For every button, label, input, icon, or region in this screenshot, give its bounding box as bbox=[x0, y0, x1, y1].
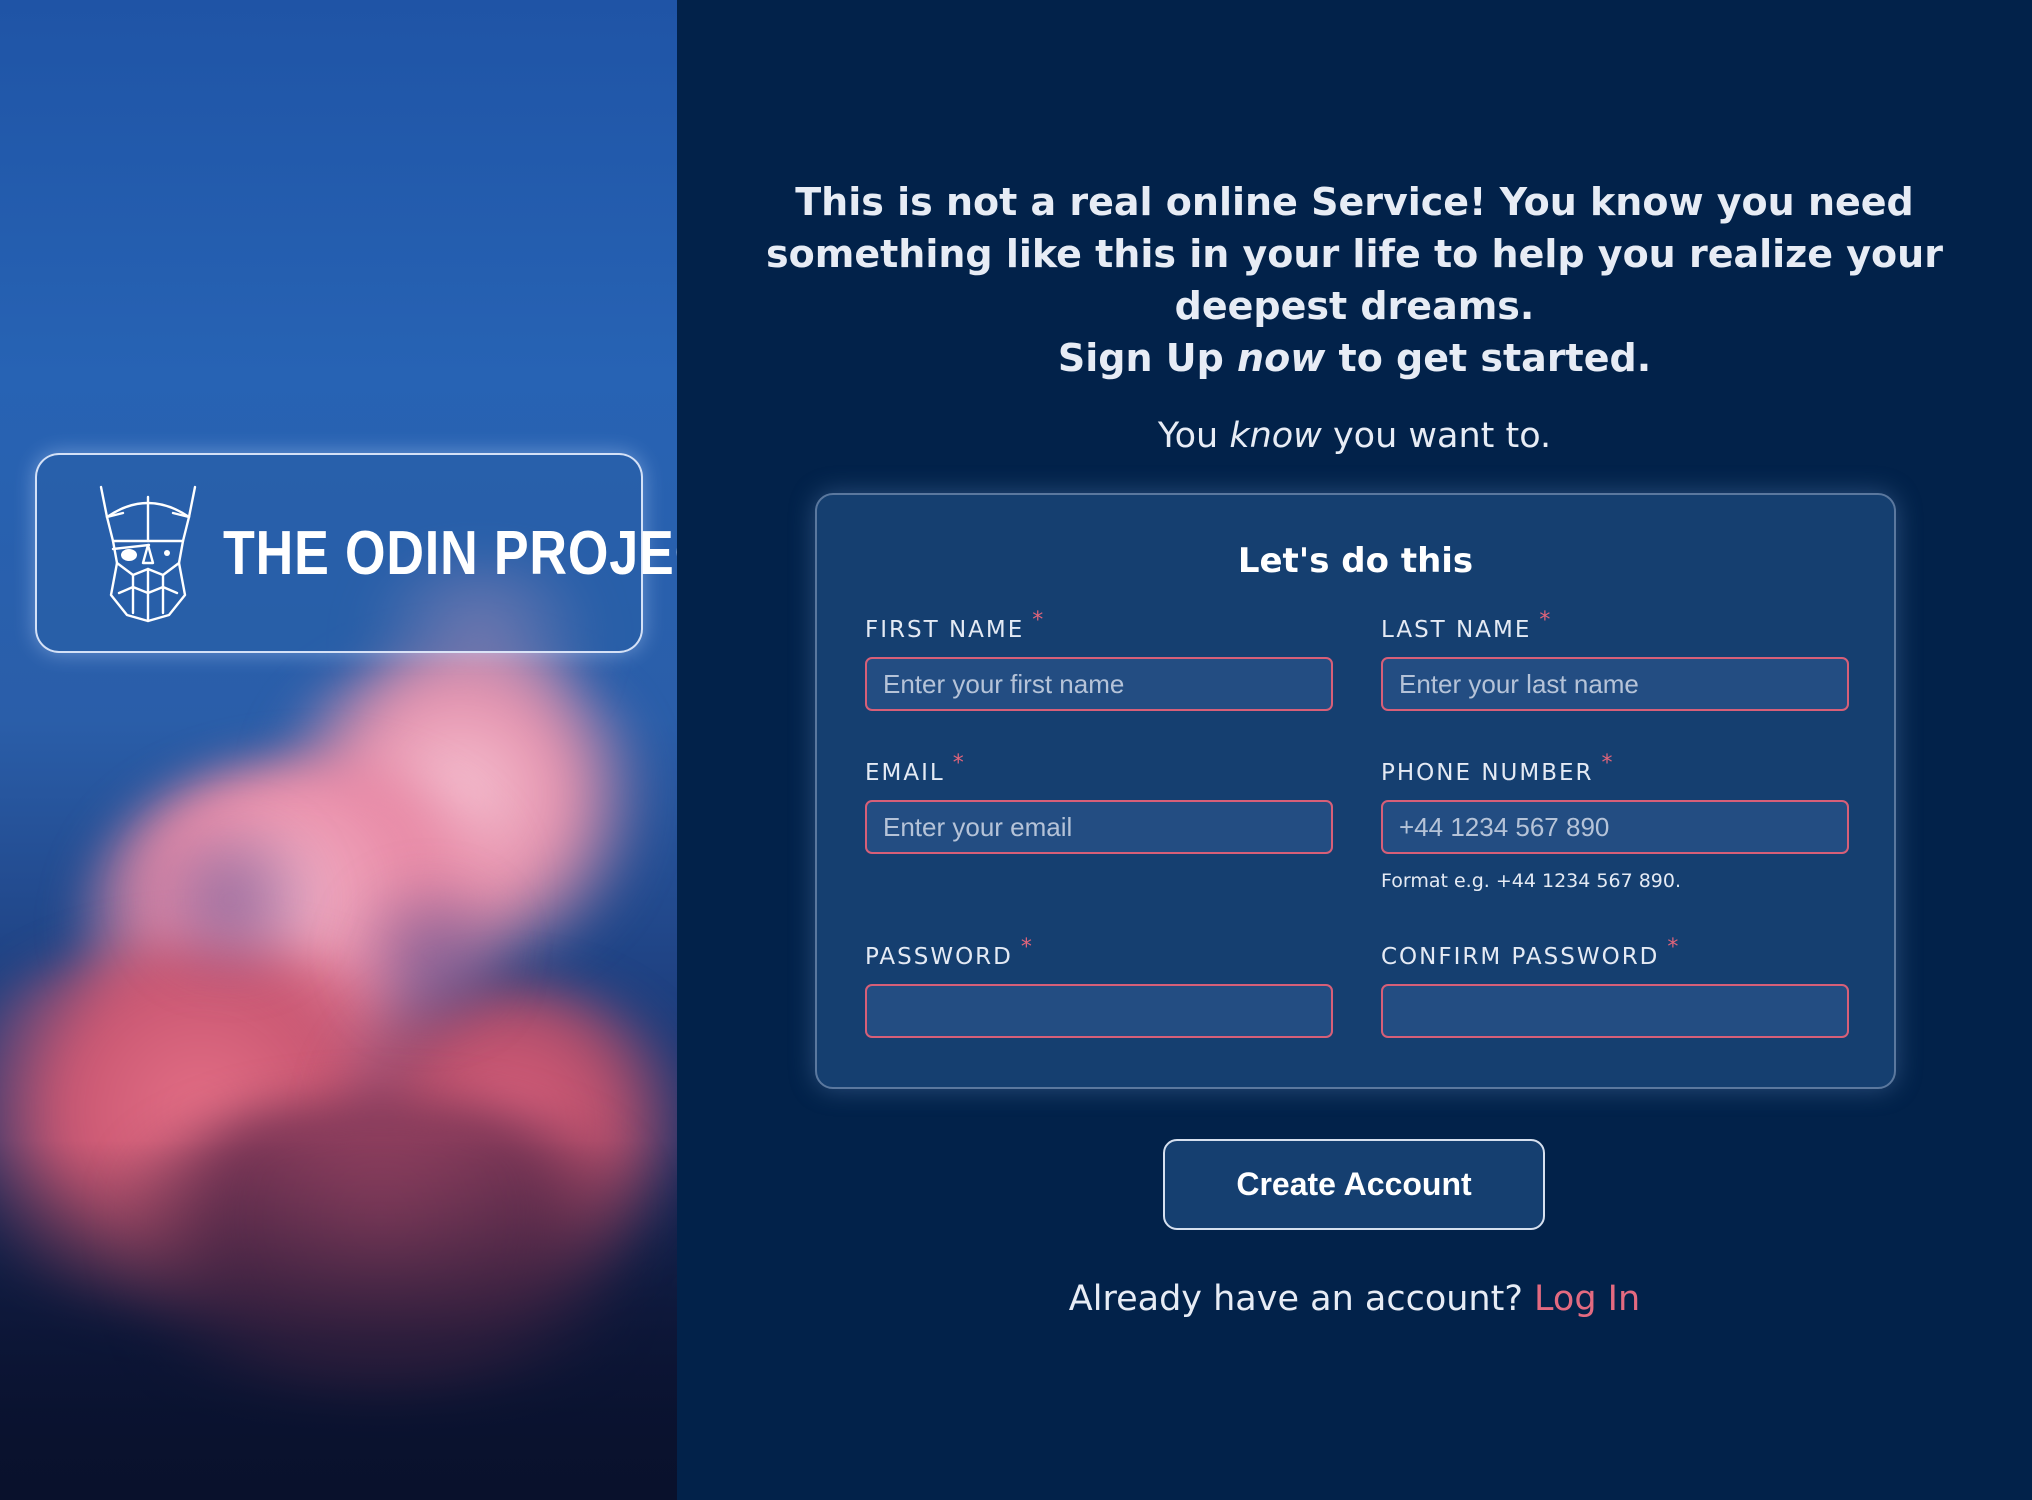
subline-prefix: You bbox=[1157, 416, 1230, 456]
signup-content: This is not a real online Service! You k… bbox=[677, 0, 2032, 1500]
intro-line: something like this in your life to help… bbox=[766, 232, 1943, 276]
password-group: PASSWORD * bbox=[865, 935, 1333, 1038]
first-name-group: FIRST NAME * bbox=[865, 608, 1333, 711]
first-name-label: FIRST NAME * bbox=[865, 608, 1046, 643]
phone-format-hint: Format e.g. +44 1234 567 890. bbox=[1381, 870, 1682, 892]
phone-input[interactable] bbox=[1381, 800, 1849, 854]
phone-label: PHONE NUMBER * bbox=[1381, 751, 1615, 786]
email-input[interactable] bbox=[865, 800, 1333, 854]
hero-shade bbox=[0, 1140, 677, 1500]
phone-group: PHONE NUMBER* Format e.g. +44 1234 567 8… bbox=[1381, 751, 1849, 892]
hero-panel: THE ODIN PROJECT bbox=[0, 0, 677, 1500]
signup-suffix: to get started. bbox=[1325, 336, 1652, 380]
subline-suffix: you want to. bbox=[1321, 416, 1552, 456]
last-name-input[interactable] bbox=[1381, 657, 1849, 711]
odin-viking-logo-icon bbox=[99, 485, 197, 623]
form-title: Let's do this bbox=[1237, 541, 1474, 581]
confirm-password-input[interactable] bbox=[1381, 984, 1849, 1038]
required-mark: * bbox=[1020, 935, 1034, 960]
cloud-shadow bbox=[120, 820, 340, 980]
confirm-password-group: CONFIRM PASSWORD * bbox=[1381, 935, 1849, 1038]
subline-emphasis: know bbox=[1229, 416, 1322, 456]
create-account-button[interactable]: Create Account bbox=[1163, 1139, 1545, 1230]
login-link[interactable]: Log In bbox=[1534, 1279, 1640, 1319]
confirm-password-label: CONFIRM PASSWORD * bbox=[1381, 935, 1681, 970]
required-mark: * bbox=[952, 751, 966, 776]
signup-form: Let's do this FIRST NAME* LAST NAME* EMA… bbox=[815, 493, 1896, 1089]
intro-line: deepest dreams. bbox=[1174, 284, 1535, 328]
password-label: PASSWORD * bbox=[865, 935, 1034, 970]
email-group: EMAIL * bbox=[865, 751, 1333, 854]
brand-card: THE ODIN PROJECT bbox=[35, 453, 677, 653]
required-mark: * bbox=[1667, 935, 1681, 960]
required-mark: * bbox=[1032, 608, 1046, 633]
subline: You know you want to. bbox=[677, 416, 2032, 456]
required-mark: * bbox=[1601, 751, 1615, 776]
signup-emphasis: now bbox=[1237, 336, 1326, 380]
signup-prefix: Sign Up bbox=[1057, 336, 1238, 380]
signup-line: Sign Up now to get started. bbox=[677, 332, 2032, 384]
last-name-label: LAST NAME * bbox=[1381, 608, 1553, 643]
intro-line: This is not a real online Service! You k… bbox=[795, 180, 1914, 224]
login-prompt-text: Already have an account? bbox=[1068, 1279, 1535, 1319]
brand-name: THE ODIN PROJECT bbox=[223, 518, 677, 588]
cloud-shadow bbox=[330, 880, 530, 1030]
email-label: EMAIL * bbox=[865, 751, 966, 786]
required-mark: * bbox=[1539, 608, 1553, 633]
last-name-group: LAST NAME * bbox=[1381, 608, 1849, 711]
intro-text: This is not a real online Service! You k… bbox=[677, 176, 2032, 384]
first-name-input[interactable] bbox=[865, 657, 1333, 711]
password-input[interactable] bbox=[865, 984, 1333, 1038]
login-prompt: Already have an account? Log In bbox=[677, 1279, 2032, 1319]
